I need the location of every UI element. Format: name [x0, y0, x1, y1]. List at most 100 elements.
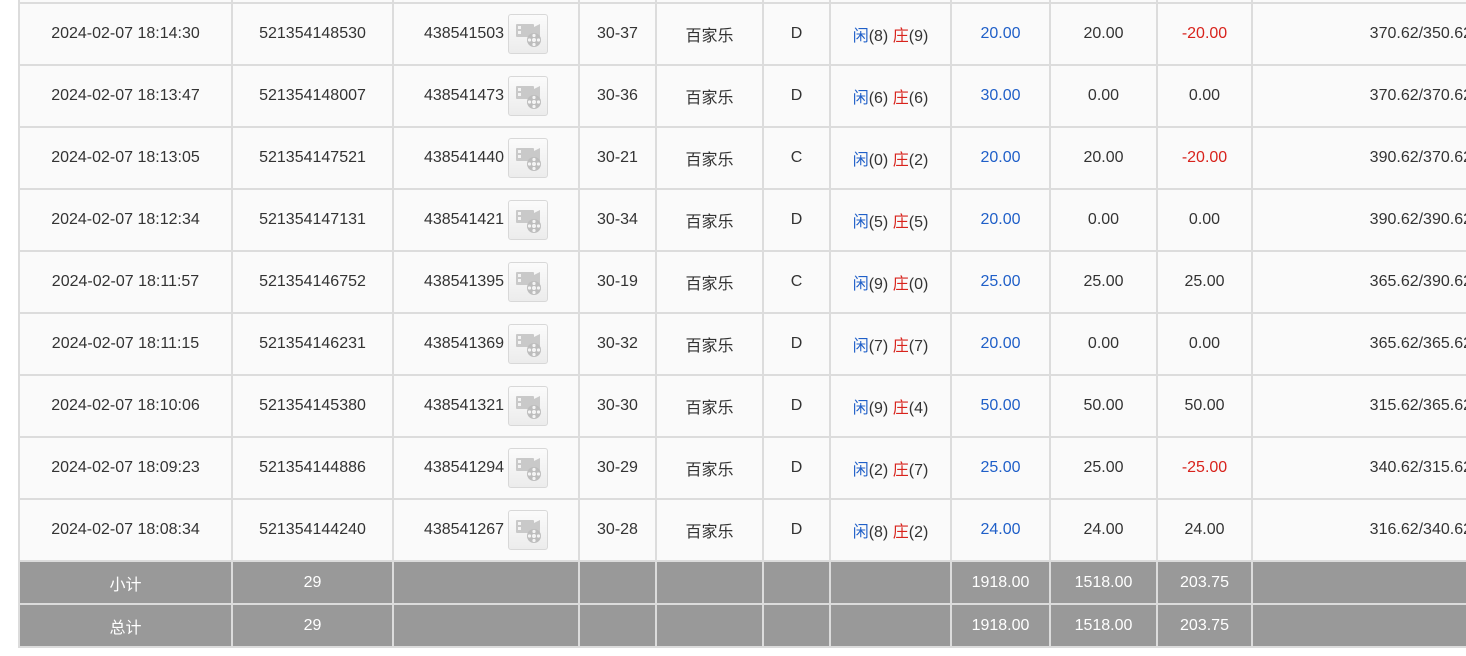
- video-replay-icon[interactable]: [508, 76, 549, 116]
- round-id-text: 438541395: [423, 273, 505, 290]
- result-cell: 闲(8) 庄(2): [829, 498, 952, 562]
- round-id-wrap: 438541369: [424, 324, 549, 364]
- round-id-wrap: 438541395: [423, 262, 549, 302]
- balance-cell: 340.62/315.62: [1251, 436, 1466, 500]
- summary-valid: 1518.00: [1049, 560, 1158, 605]
- table-row: 2024-02-07 18:09:23 521354144886 4385412…: [18, 436, 1466, 500]
- bet-time-cell: 2024-02-07 18:14:30: [18, 2, 233, 66]
- banker-label: 庄: [892, 90, 909, 107]
- result-cell: 闲(7) 庄(7): [829, 312, 952, 376]
- round-id-cell: 438541294: [392, 436, 580, 500]
- bet-id-cell: 521354148007: [231, 64, 394, 128]
- player-score: (8): [868, 28, 889, 45]
- game-name-cell: 百家乐: [655, 188, 764, 252]
- player-label: 闲: [852, 462, 869, 479]
- bet-id-cell: 521354146231: [231, 312, 394, 376]
- banker-label: 庄: [892, 400, 909, 417]
- win-loss-cell: 25.00: [1156, 250, 1253, 314]
- summary-valid: 1518.00: [1049, 603, 1158, 648]
- round-id-cell: 438541440: [392, 126, 580, 190]
- table-row: 2024-02-07 18:13:47 521354148007 4385414…: [18, 64, 1466, 128]
- game-name-cell: 百家乐: [655, 374, 764, 438]
- table-type-cell: D: [762, 436, 831, 500]
- round-id-text: 438541473: [423, 87, 505, 104]
- bet-time-cell: 2024-02-07 18:09:23: [18, 436, 233, 500]
- bet-amount-cell: 20.00: [950, 126, 1051, 190]
- round-id-cell: 438541473: [392, 64, 580, 128]
- win-loss-cell: 24.00: [1156, 498, 1253, 562]
- video-replay-icon[interactable]: [508, 448, 549, 488]
- round-id-cell: 438541421: [392, 188, 580, 252]
- table-no-cell: 30-28: [578, 498, 657, 562]
- table-row: 2024-02-07 18:10:06 521354145380 4385413…: [18, 374, 1466, 438]
- balance-cell: 390.62/390.62: [1251, 188, 1466, 252]
- bet-id-cell: 521354146752: [231, 250, 394, 314]
- banker-label: 庄: [892, 276, 909, 293]
- balance-cell: 390.62/370.62: [1251, 126, 1466, 190]
- video-replay-icon[interactable]: [508, 14, 549, 54]
- round-id-wrap: 438541267: [424, 510, 549, 550]
- film-reel-icon: [516, 24, 542, 47]
- valid-bet-cell: 24.00: [1049, 498, 1158, 562]
- film-reel-icon: [516, 210, 542, 233]
- round-id-text: 438541421: [423, 211, 505, 228]
- banker-label: 庄: [892, 214, 909, 231]
- bet-amount-cell: 20.00: [950, 188, 1051, 252]
- banker-score: (6): [908, 90, 929, 107]
- player-label: 闲: [852, 214, 869, 231]
- film-reel-icon: [516, 334, 542, 357]
- film-reel-icon: [516, 520, 542, 543]
- bet-id-cell: 521354145380: [231, 374, 394, 438]
- balance-cell: 370.62/350.62: [1251, 2, 1466, 66]
- valid-bet-cell: 50.00: [1049, 374, 1158, 438]
- bet-time-cell: 2024-02-07 18:13:47: [18, 64, 233, 128]
- player-label: 闲: [852, 152, 869, 169]
- round-id-wrap: 438541503: [423, 14, 549, 54]
- player-label: 闲: [852, 400, 869, 417]
- video-replay-icon[interactable]: [508, 510, 549, 550]
- bet-id-cell: 521354148530: [231, 2, 394, 66]
- round-id-wrap: 438541294: [424, 448, 549, 488]
- table-no-cell: 30-34: [578, 188, 657, 252]
- table-type-cell: C: [762, 250, 831, 314]
- round-id-wrap: 438541421: [423, 200, 549, 240]
- table-type-cell: D: [762, 374, 831, 438]
- win-loss-cell: 0.00: [1156, 64, 1253, 128]
- video-replay-icon[interactable]: [508, 200, 549, 240]
- game-name-cell: 百家乐: [655, 250, 764, 314]
- table-type-cell: D: [762, 64, 831, 128]
- subtotal-row: 小计 29 1918.00 1518.00 203.75: [18, 560, 1466, 605]
- bet-amount-cell: 50.00: [950, 374, 1051, 438]
- banker-label: 庄: [892, 462, 909, 479]
- player-score: (0): [868, 152, 889, 169]
- player-label: 闲: [852, 338, 869, 355]
- banker-score: (9): [908, 28, 929, 45]
- table-type-cell: D: [762, 188, 831, 252]
- bet-amount-cell: 20.00: [950, 312, 1051, 376]
- win-loss-cell: -25.00: [1156, 436, 1253, 500]
- film-reel-icon: [516, 396, 542, 419]
- video-replay-icon[interactable]: [508, 386, 549, 426]
- round-id-text: 438541321: [423, 397, 505, 414]
- bet-time-cell: 2024-02-07 18:12:34: [18, 188, 233, 252]
- banker-label: 庄: [892, 338, 909, 355]
- banker-label: 庄: [892, 28, 909, 45]
- bet-time-cell: 2024-02-07 18:08:34: [18, 498, 233, 562]
- summary-count: 29: [231, 603, 394, 648]
- bet-id-cell: 521354144240: [231, 498, 394, 562]
- film-reel-icon: [516, 148, 542, 171]
- round-id-text: 438541503: [423, 25, 505, 42]
- result-cell: 闲(0) 庄(2): [829, 126, 952, 190]
- video-replay-icon[interactable]: [508, 262, 549, 302]
- table-type-cell: C: [762, 126, 831, 190]
- balance-cell: 365.62/390.62: [1251, 250, 1466, 314]
- bet-id-cell: 521354147521: [231, 126, 394, 190]
- table-row: 2024-02-07 18:11:57 521354146752 4385413…: [18, 250, 1466, 314]
- result-cell: 闲(2) 庄(7): [829, 436, 952, 500]
- valid-bet-cell: 20.00: [1049, 2, 1158, 66]
- banker-score: (5): [908, 214, 929, 231]
- video-replay-icon[interactable]: [508, 138, 549, 178]
- video-replay-icon[interactable]: [508, 324, 549, 364]
- win-loss-cell: -20.00: [1156, 126, 1253, 190]
- bet-records-table: 2024-02-07 18:14:30 521354148530 4385415…: [18, 0, 1466, 648]
